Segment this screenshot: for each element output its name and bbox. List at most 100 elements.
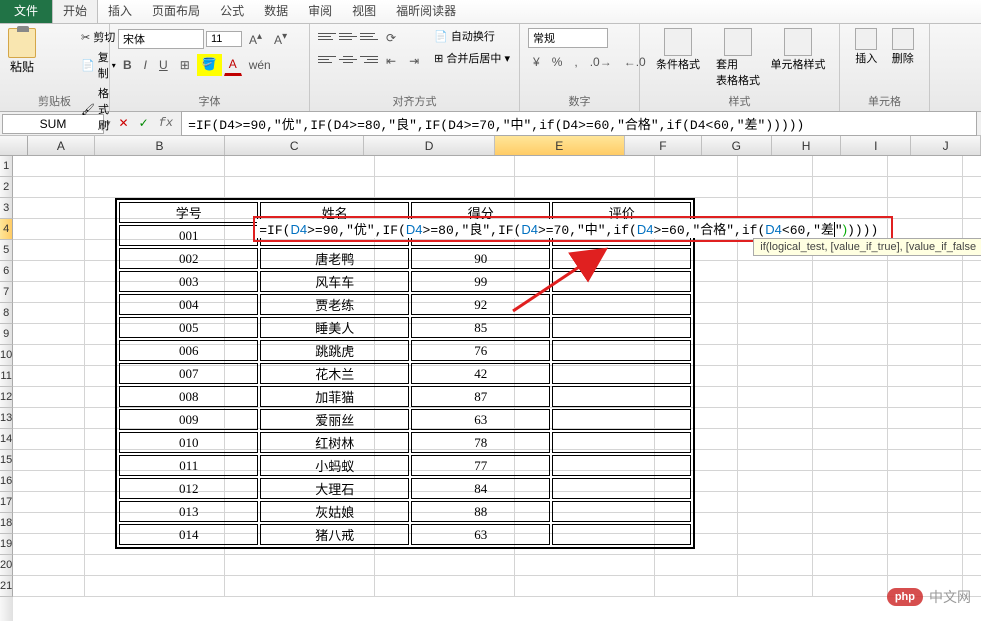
table-cell[interactable]: 002 xyxy=(119,248,258,269)
comma-button[interactable]: , xyxy=(569,52,582,72)
row-header-7[interactable]: 7 xyxy=(0,282,13,303)
tab-insert[interactable]: 插入 xyxy=(98,0,142,23)
table-cell[interactable]: 84 xyxy=(411,478,550,499)
row-header-14[interactable]: 14 xyxy=(0,429,13,450)
table-cell[interactable]: 005 xyxy=(119,317,258,338)
row-header-8[interactable]: 8 xyxy=(0,303,13,324)
number-format-select[interactable]: 常规 xyxy=(528,28,608,48)
row-header-16[interactable]: 16 xyxy=(0,471,13,492)
align-middle-button[interactable] xyxy=(339,28,357,44)
fill-color-button[interactable]: 🪣 xyxy=(197,54,222,76)
wrap-text-button[interactable]: 📄 自动换行 xyxy=(434,28,510,44)
align-left-button[interactable] xyxy=(318,51,336,67)
conditional-format-button[interactable]: 条件格式 xyxy=(648,28,708,88)
border-button[interactable]: ⊞ xyxy=(175,55,195,75)
editing-cell-formula[interactable]: =IF(D4>=90,"优",IF(D4>=80,"良",IF(D4>=70,"… xyxy=(257,219,880,238)
table-cell[interactable]: 小蚂蚁 xyxy=(260,455,409,476)
align-right-button[interactable] xyxy=(360,51,378,67)
merge-center-button[interactable]: ⊞ 合并后居中 ▾ xyxy=(434,50,510,66)
increase-font-button[interactable]: A▴ xyxy=(244,28,267,50)
row-header-6[interactable]: 6 xyxy=(0,261,13,282)
table-cell[interactable]: 003 xyxy=(119,271,258,292)
table-cell[interactable]: 78 xyxy=(411,432,550,453)
table-cell[interactable] xyxy=(552,455,691,476)
col-header-I[interactable]: I xyxy=(841,136,911,155)
table-cell[interactable]: 风车车 xyxy=(260,271,409,292)
table-format-button[interactable]: 套用 表格格式 xyxy=(708,28,768,88)
table-cell[interactable]: 012 xyxy=(119,478,258,499)
tab-layout[interactable]: 页面布局 xyxy=(142,0,210,23)
col-header-F[interactable]: F xyxy=(625,136,702,155)
accept-formula-button[interactable]: ✓ xyxy=(135,114,153,133)
percent-button[interactable]: % xyxy=(547,52,568,72)
table-cell[interactable]: 大理石 xyxy=(260,478,409,499)
row-header-18[interactable]: 18 xyxy=(0,513,13,534)
table-cell[interactable]: 红树林 xyxy=(260,432,409,453)
col-header-C[interactable]: C xyxy=(225,136,364,155)
row-header-10[interactable]: 10 xyxy=(0,345,13,366)
select-all-corner[interactable] xyxy=(0,136,28,155)
table-row[interactable]: 011小蚂蚁77 xyxy=(119,455,691,476)
table-row[interactable]: 006跳跳虎76 xyxy=(119,340,691,361)
table-cell[interactable] xyxy=(552,478,691,499)
increase-indent-button[interactable]: ⇥ xyxy=(404,51,424,71)
row-header-2[interactable]: 2 xyxy=(0,177,13,198)
italic-button[interactable]: I xyxy=(139,55,152,75)
table-cell[interactable]: 99 xyxy=(411,271,550,292)
table-cell[interactable]: 贾老练 xyxy=(260,294,409,315)
row-header-9[interactable]: 9 xyxy=(0,324,13,345)
table-cell[interactable] xyxy=(552,501,691,522)
table-cell[interactable]: 90 xyxy=(411,248,550,269)
table-cell[interactable]: 灰姑娘 xyxy=(260,501,409,522)
table-row[interactable]: 012大理石84 xyxy=(119,478,691,499)
row-header-3[interactable]: 3 xyxy=(0,198,13,219)
col-header-H[interactable]: H xyxy=(772,136,842,155)
row-header-21[interactable]: 21 xyxy=(0,576,13,597)
table-cell[interactable]: 77 xyxy=(411,455,550,476)
col-header-G[interactable]: G xyxy=(702,136,772,155)
table-cell[interactable] xyxy=(552,524,691,545)
table-cell[interactable]: 008 xyxy=(119,386,258,407)
table-row[interactable]: 008加菲猫87 xyxy=(119,386,691,407)
table-cell[interactable]: 加菲猫 xyxy=(260,386,409,407)
align-bottom-button[interactable] xyxy=(360,28,378,44)
formula-input[interactable]: =IF(D4>=90,"优",IF(D4>=80,"良",IF(D4>=70,"… xyxy=(181,111,977,136)
th-id[interactable]: 学号 xyxy=(119,202,258,223)
table-cell[interactable] xyxy=(552,340,691,361)
col-header-E[interactable]: E xyxy=(495,136,625,155)
table-row[interactable]: 007花木兰42 xyxy=(119,363,691,384)
table-row[interactable]: 009爱丽丝63 xyxy=(119,409,691,430)
table-row[interactable]: 003风车车99 xyxy=(119,271,691,292)
row-header-15[interactable]: 15 xyxy=(0,450,13,471)
table-cell[interactable]: 013 xyxy=(119,501,258,522)
delete-cell-button[interactable]: 删除 xyxy=(885,28,922,66)
table-cell[interactable]: 63 xyxy=(411,409,550,430)
decrease-font-button[interactable]: A▾ xyxy=(269,28,292,50)
col-header-A[interactable]: A xyxy=(28,136,95,155)
phonetic-button[interactable]: wén xyxy=(244,55,276,75)
paste-button[interactable]: 粘贴 xyxy=(8,28,36,134)
row-header-19[interactable]: 19 xyxy=(0,534,13,555)
table-cell[interactable]: 爱丽丝 xyxy=(260,409,409,430)
cell-style-button[interactable]: 单元格样式 xyxy=(768,28,828,88)
table-row[interactable]: 014猪八戒63 xyxy=(119,524,691,545)
tab-review[interactable]: 审阅 xyxy=(298,0,342,23)
row-header-5[interactable]: 5 xyxy=(0,240,13,261)
row-header-17[interactable]: 17 xyxy=(0,492,13,513)
table-cell[interactable] xyxy=(552,432,691,453)
col-header-J[interactable]: J xyxy=(911,136,981,155)
font-family-select[interactable]: 宋体 xyxy=(118,29,204,49)
grid-body[interactable]: 学号 姓名 得分 评价 001002唐老鸭90003风车车99004贾老练920… xyxy=(13,156,981,621)
table-cell[interactable]: 唐老鸭 xyxy=(260,248,409,269)
row-header-13[interactable]: 13 xyxy=(0,408,13,429)
font-color-button[interactable]: A xyxy=(224,54,242,76)
decrease-indent-button[interactable]: ⇤ xyxy=(381,51,401,71)
table-cell[interactable]: 87 xyxy=(411,386,550,407)
table-cell[interactable] xyxy=(552,386,691,407)
underline-button[interactable]: U xyxy=(154,55,173,75)
table-cell[interactable]: 76 xyxy=(411,340,550,361)
fx-button[interactable]: fx xyxy=(155,114,177,133)
table-cell[interactable] xyxy=(552,294,691,315)
increase-decimal-button[interactable]: .0→ xyxy=(585,52,617,72)
tab-foxit[interactable]: 福昕阅读器 xyxy=(386,0,466,23)
